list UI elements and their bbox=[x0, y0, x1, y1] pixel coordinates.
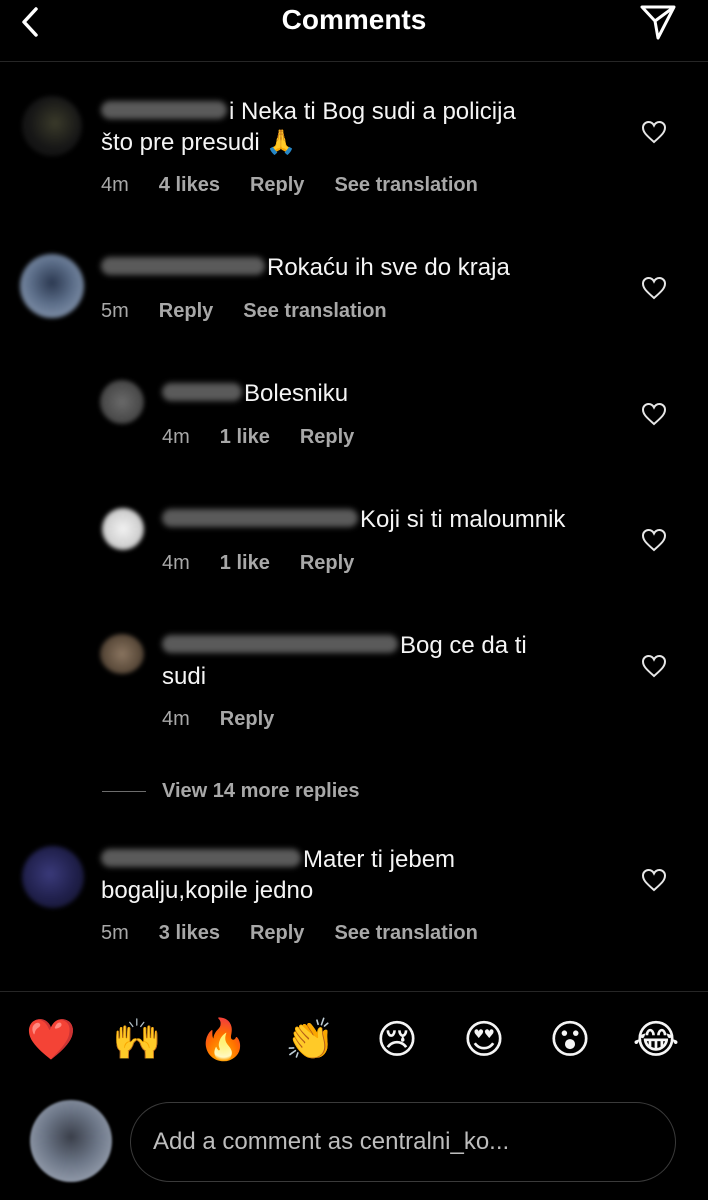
view-more-replies-label: View 14 more replies bbox=[162, 779, 360, 802]
likes-count[interactable]: 1 like bbox=[220, 552, 270, 574]
divider bbox=[102, 790, 146, 792]
reply-comment: Bolesniku 4m 1 like Reply bbox=[0, 378, 708, 458]
surprised-face-emoji-button[interactable]: 😮 bbox=[545, 1015, 595, 1065]
comment-meta: 4m Reply bbox=[162, 708, 304, 731]
avatar[interactable] bbox=[22, 96, 82, 156]
heart-icon[interactable] bbox=[640, 400, 668, 428]
reply-comment: Koji si ti maloumnik 4m 1 like Reply bbox=[0, 504, 708, 584]
comment-meta: 4m 1 like Reply bbox=[162, 426, 384, 449]
comment-meta: 4m 4 likes Reply See translation bbox=[101, 174, 508, 197]
clapping-hands-emoji-button[interactable]: 👏 bbox=[285, 1015, 335, 1065]
paper-plane-icon[interactable] bbox=[638, 2, 678, 42]
comment-time: 4m bbox=[162, 708, 190, 730]
username[interactable] bbox=[162, 508, 358, 527]
fire-emoji-button[interactable]: 🔥 bbox=[198, 1015, 248, 1065]
comment-meta: 5m 3 likes Reply See translation bbox=[101, 922, 508, 945]
username[interactable] bbox=[101, 256, 265, 275]
comment-text: Mater ti jebem bogalju,kopile jedno bbox=[101, 846, 456, 904]
comment-text: i Neka ti Bog sudi a policija što pre pre… bbox=[101, 98, 516, 156]
username[interactable] bbox=[162, 634, 398, 653]
comment-time: 4m bbox=[101, 174, 129, 196]
comment-time: 4m bbox=[162, 426, 190, 448]
heart-icon[interactable] bbox=[640, 118, 668, 146]
red-heart-emoji-button[interactable]: ❤️ bbox=[26, 1015, 76, 1065]
avatar[interactable] bbox=[22, 846, 84, 908]
comment-meta: 4m 1 like Reply bbox=[162, 552, 384, 575]
username[interactable] bbox=[101, 100, 227, 119]
avatar[interactable] bbox=[20, 254, 84, 318]
comment-text: Bolesniku bbox=[162, 378, 602, 409]
heart-eyes-emoji-button[interactable]: 😍 bbox=[459, 1015, 509, 1065]
comment-composer bbox=[130, 1102, 676, 1182]
heart-icon[interactable] bbox=[640, 274, 668, 302]
reply-button[interactable]: Reply bbox=[250, 174, 304, 196]
see-translation-button[interactable]: See translation bbox=[243, 300, 386, 322]
username[interactable] bbox=[162, 382, 242, 401]
likes-count[interactable]: 4 likes bbox=[159, 174, 220, 196]
comment: i Neka ti Bog sudi a policija što pre pre… bbox=[0, 90, 708, 210]
page-title: Comments bbox=[281, 4, 427, 35]
comment-text: Rokaću ih sve do kraja bbox=[101, 252, 621, 283]
view-more-replies-button[interactable]: View 14 more replies bbox=[102, 776, 360, 806]
heart-icon[interactable] bbox=[640, 652, 668, 680]
reply-button[interactable]: Reply bbox=[159, 300, 213, 322]
avatar[interactable] bbox=[100, 380, 144, 424]
likes-count[interactable]: 1 like bbox=[220, 426, 270, 448]
heart-icon[interactable] bbox=[640, 526, 668, 554]
current-user-avatar[interactable] bbox=[30, 1100, 112, 1182]
reply-button[interactable]: Reply bbox=[250, 922, 304, 944]
comment-meta: 5m Reply See translation bbox=[101, 300, 417, 323]
comment-text: Bog ce da ti sudi bbox=[162, 632, 527, 690]
comment: Mater ti jebem bogalju,kopile jedno 5m 3 l… bbox=[0, 842, 708, 962]
heart-icon[interactable] bbox=[640, 866, 668, 894]
comment-time: 5m bbox=[101, 300, 129, 322]
avatar[interactable] bbox=[102, 508, 144, 550]
reply-button[interactable]: Reply bbox=[300, 552, 354, 574]
comment-time: 4m bbox=[162, 552, 190, 574]
comment: Rokaću ih sve do kraja 5m Reply See transl… bbox=[0, 250, 708, 340]
reply-button[interactable]: Reply bbox=[300, 426, 354, 448]
crying-face-emoji-button[interactable]: 😢 bbox=[372, 1015, 422, 1065]
laughing-tears-emoji-button[interactable]: 😂 bbox=[631, 1015, 681, 1065]
raising-hands-emoji-button[interactable]: 🙌 bbox=[112, 1015, 162, 1065]
username[interactable] bbox=[101, 848, 301, 867]
comment-input[interactable] bbox=[153, 1103, 653, 1181]
comment-text: Koji si ti maloumnik bbox=[162, 504, 622, 535]
likes-count[interactable]: 3 likes bbox=[159, 922, 220, 944]
avatar[interactable] bbox=[100, 634, 144, 674]
see-translation-button[interactable]: See translation bbox=[334, 174, 477, 196]
reply-button[interactable]: Reply bbox=[220, 708, 274, 730]
see-translation-button[interactable]: See translation bbox=[334, 922, 477, 944]
comment-time: 5m bbox=[101, 922, 129, 944]
header: Comments bbox=[0, 0, 708, 62]
composer-divider bbox=[0, 991, 708, 992]
emoji-reaction-bar: ❤️ 🙌 🔥 👏 😢 😍 😮 😂 bbox=[0, 1015, 708, 1071]
reply-comment: Bog ce da ti sudi 4m Reply bbox=[0, 630, 708, 740]
